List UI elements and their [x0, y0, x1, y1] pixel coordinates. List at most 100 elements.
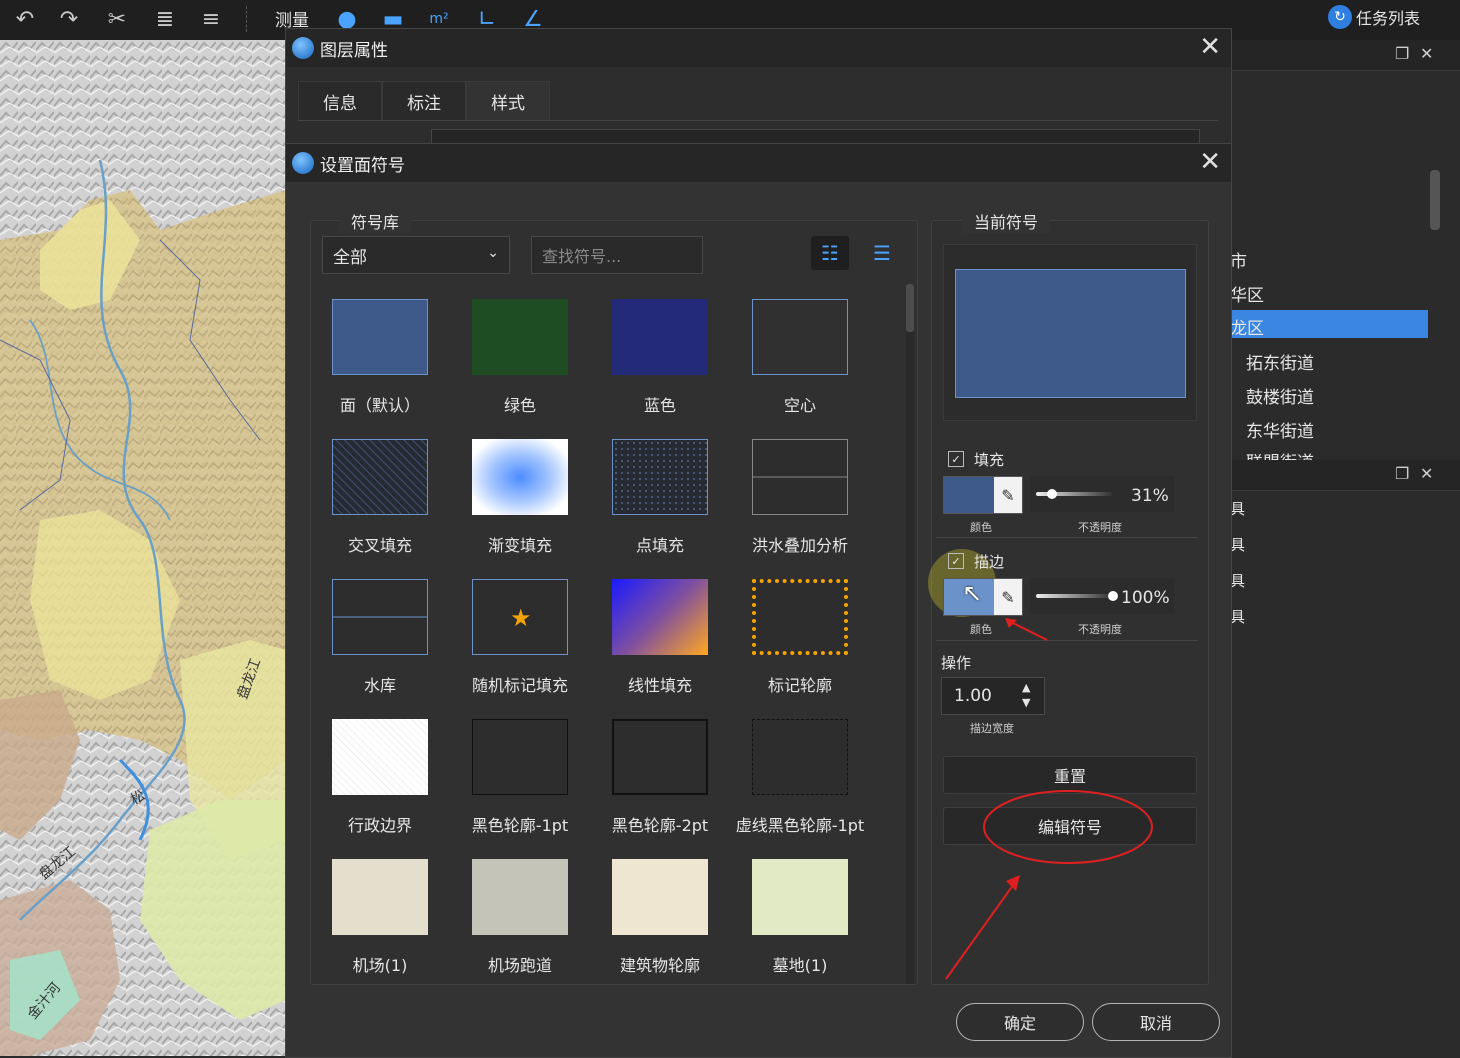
fill-label: 填充	[974, 451, 1005, 469]
close-icon[interactable]: ✕	[1420, 464, 1433, 483]
symbol-swatch	[332, 719, 428, 795]
symbol-item[interactable]: 面（默认）	[310, 299, 450, 439]
document-icon[interactable]: ≣	[148, 2, 182, 36]
tool-item[interactable]: 具	[1230, 606, 1245, 627]
tool-item[interactable]: 具	[1230, 498, 1245, 519]
tab-label[interactable]: 标注	[382, 81, 466, 121]
app-logo-icon	[292, 152, 314, 174]
increment-icon[interactable]: ▲	[1022, 681, 1030, 694]
symbol-label: 随机标记填充	[471, 676, 568, 695]
tool-item[interactable]: 具	[1230, 570, 1245, 591]
fill-checkbox[interactable]: ✓	[948, 451, 964, 467]
stroke-opacity-value: 100%	[1121, 588, 1170, 608]
tree-item[interactable]: 市	[1230, 247, 1247, 272]
star-icon: ★	[510, 604, 532, 632]
symbol-item[interactable]: 绿色	[450, 299, 590, 439]
symbol-item[interactable]: 蓝色	[590, 299, 730, 439]
symbol-search-input[interactable]: 查找符号...	[531, 236, 703, 274]
symbol-item[interactable]: 点填充	[590, 439, 730, 579]
undo-icon[interactable]: ↶	[8, 2, 42, 36]
symbol-item[interactable]: 黑色轮廓-1pt	[450, 719, 590, 859]
stroke-label: 描边	[974, 553, 1005, 571]
tab-divider	[298, 120, 1218, 121]
decrement-icon[interactable]: ▼	[1022, 696, 1030, 709]
dialog-title-bar: 图层属性 ✕	[286, 29, 1231, 67]
symbol-item[interactable]: 线性填充	[590, 579, 730, 719]
operation-label: 操作	[941, 654, 972, 672]
tree-item[interactable]: 东华街道	[1246, 417, 1314, 442]
stroke-color-picker[interactable]: ↖ ✎	[943, 578, 1023, 616]
stroke-color-swatch[interactable]: ↖	[944, 579, 994, 615]
ok-button[interactable]: 确定	[956, 1003, 1084, 1041]
symbol-item[interactable]: 机场(1)	[310, 859, 450, 979]
symbol-item[interactable]: 虚线黑色轮廓-1pt	[730, 719, 870, 859]
eyedropper-icon[interactable]: ✎	[994, 477, 1022, 513]
symbol-swatch	[472, 299, 568, 375]
restore-icon[interactable]: ❐	[1395, 44, 1409, 63]
symbol-label: 行政边界	[347, 816, 412, 835]
close-icon[interactable]: ✕	[1199, 33, 1221, 61]
symbol-item[interactable]: 建筑物轮廓	[590, 859, 730, 979]
symbol-item[interactable]: ★ 随机标记填充	[450, 579, 590, 719]
symbol-swatch	[612, 299, 708, 375]
stroke-checkbox[interactable]: ✓	[948, 553, 964, 569]
tab-info[interactable]: 信息	[298, 81, 382, 121]
stroke-width-stepper[interactable]: 1.00 ▲ ▼	[941, 677, 1045, 715]
symbol-swatch	[332, 439, 428, 515]
cancel-button[interactable]: 取消	[1092, 1003, 1220, 1041]
symbol-label: 水库	[363, 676, 396, 695]
document-list-icon[interactable]: ≡	[194, 2, 228, 36]
close-icon[interactable]: ✕	[1199, 148, 1221, 176]
panel-header: ❐ ✕	[1230, 40, 1460, 71]
redo-icon[interactable]: ↷	[52, 2, 86, 36]
symbol-item[interactable]: 渐变填充	[450, 439, 590, 579]
symbol-item[interactable]: 标记轮廓	[730, 579, 870, 719]
scrollbar[interactable]	[906, 284, 914, 984]
annotation-arrow	[1005, 618, 1048, 641]
dialog-title: 设置面符号	[320, 155, 405, 176]
slider-knob[interactable]	[1047, 489, 1058, 499]
restore-icon[interactable]: ❐	[1395, 464, 1409, 483]
list-view-icon[interactable]: ☰	[863, 236, 901, 270]
symbol-item[interactable]: 水库	[310, 579, 450, 719]
terrain-map: 盘龙江 松 盘龙江 金汁河	[0, 40, 286, 1056]
category-value: 全部	[333, 247, 367, 268]
symbol-item[interactable]: 洪水叠加分析	[730, 439, 870, 579]
symbol-swatch	[472, 859, 568, 935]
symbol-item[interactable]: 空心	[730, 299, 870, 439]
scissors-icon[interactable]: ✂	[100, 2, 134, 36]
annotation-highlight	[945, 790, 1153, 980]
category-select[interactable]: 全部 ⌄	[322, 236, 510, 274]
fill-color-picker[interactable]: ✎	[943, 476, 1023, 514]
tree-item[interactable]: 联盟街道	[1246, 448, 1314, 460]
tree-item[interactable]: 鼓楼街道	[1246, 383, 1314, 408]
mouse-cursor-icon: ↖	[962, 579, 983, 607]
symbol-label: 绿色	[503, 396, 536, 415]
task-list-label: 任务列表	[1356, 9, 1421, 28]
map-view[interactable]: 盘龙江 松 盘龙江 金汁河	[0, 40, 286, 1056]
close-icon[interactable]: ✕	[1420, 44, 1433, 63]
eyedropper-icon[interactable]: ✎	[994, 579, 1022, 615]
set-fill-symbol-dialog: 设置面符号 ✕ 符号库 全部 ⌄ 查找符号... ☷ ☰ 面（默认） 绿色 蓝色 空心…	[285, 143, 1232, 1058]
symbol-item[interactable]: 机场跑道	[450, 859, 590, 979]
symbol-item[interactable]: 墓地(1)	[730, 859, 870, 979]
stroke-opacity-label: 不透明度	[1078, 623, 1122, 636]
symbol-label: 黑色轮廓-2pt	[611, 816, 709, 835]
grid-view-icon[interactable]: ☷	[811, 236, 849, 270]
symbol-preview	[955, 269, 1186, 398]
slider-knob[interactable]	[1108, 591, 1118, 601]
tool-item[interactable]: 具	[1230, 534, 1245, 555]
scroll-thumb[interactable]	[906, 284, 914, 332]
symbol-item[interactable]: 交叉填充	[310, 439, 450, 579]
task-list-button[interactable]: ↻ 任务列表	[1328, 2, 1420, 32]
scroll-thumb[interactable]	[1430, 170, 1440, 230]
fill-color-swatch[interactable]	[944, 477, 994, 513]
tab-style[interactable]: 样式	[466, 81, 550, 121]
symbol-item[interactable]: 行政边界	[310, 719, 450, 859]
symbol-label: 交叉填充	[347, 536, 412, 555]
tree-item-selected[interactable]: 龙区	[1230, 310, 1428, 339]
tree-item[interactable]: 华区	[1230, 281, 1264, 306]
symbol-swatch	[612, 719, 708, 795]
symbol-item[interactable]: 黑色轮廓-2pt	[590, 719, 730, 859]
tree-item[interactable]: 拓东街道	[1246, 349, 1314, 374]
